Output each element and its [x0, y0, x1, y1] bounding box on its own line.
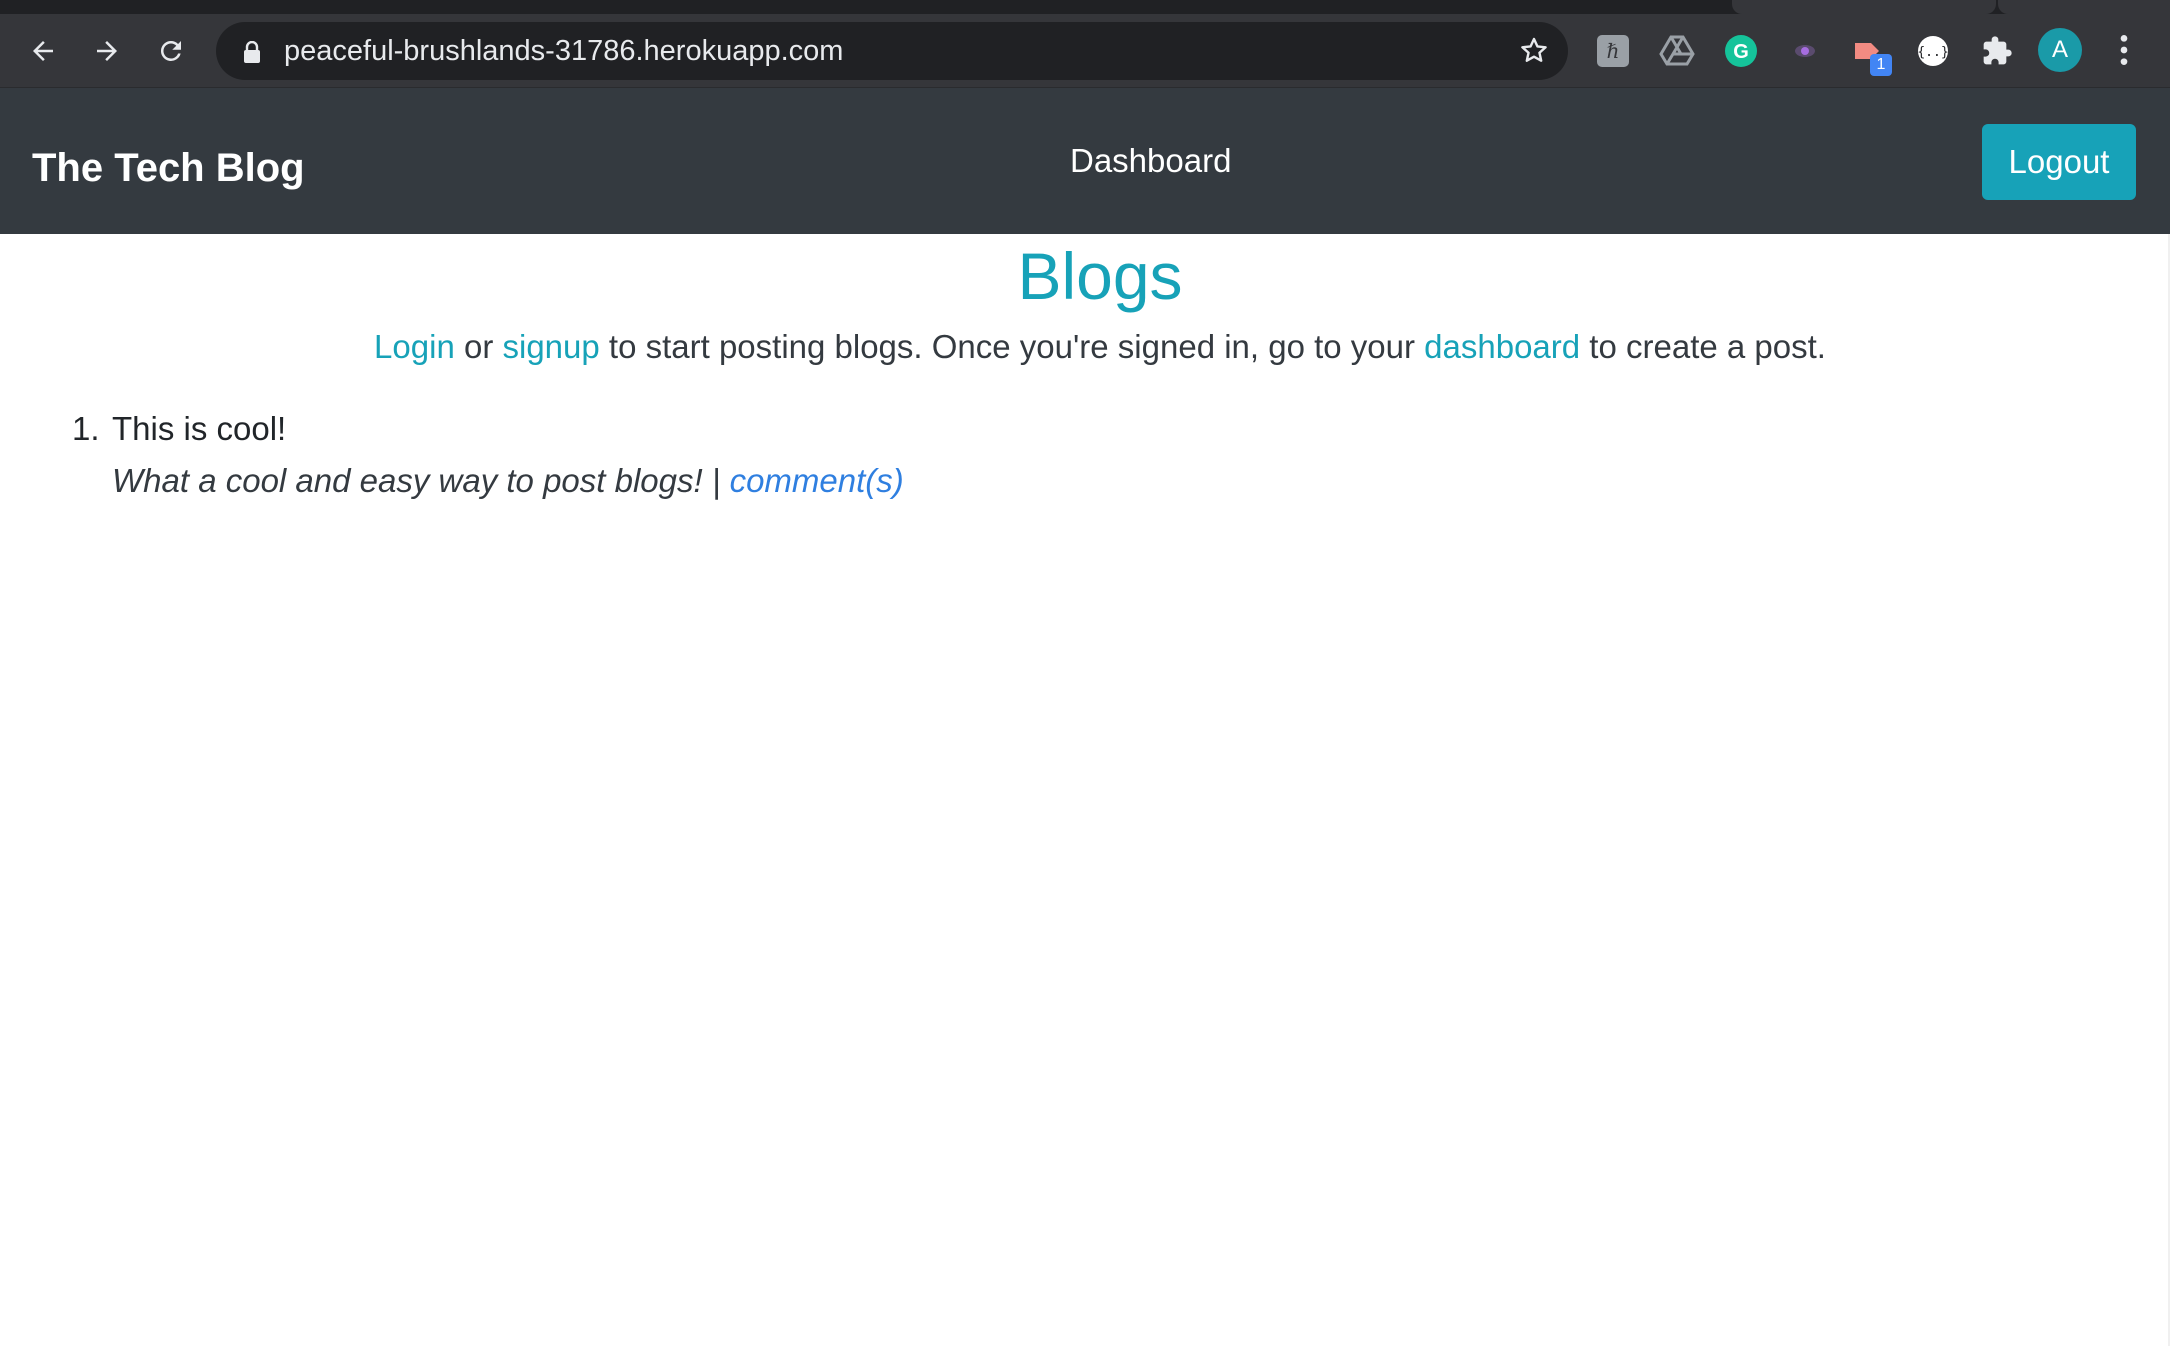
- tab-edge[interactable]: [1998, 0, 2170, 14]
- svg-text:{..}: {..}: [1917, 45, 1948, 60]
- site-brand[interactable]: The Tech Blog: [32, 88, 305, 234]
- post-title: This is cool!: [112, 410, 287, 447]
- profile-avatar[interactable]: A: [2038, 28, 2082, 72]
- more-menu-icon[interactable]: [2104, 30, 2144, 70]
- nav-dashboard-link[interactable]: Dashboard: [1070, 142, 1231, 180]
- intro-or-text: or: [454, 328, 503, 365]
- intro-middle-text: to start posting blogs. Once you're sign…: [599, 328, 1425, 365]
- extension-keyboard-icon[interactable]: ℏ: [1592, 30, 1634, 72]
- comments-link[interactable]: comment(s): [730, 462, 904, 499]
- browser-toolbar: peaceful-brushlands-31786.herokuapp.com …: [0, 14, 2170, 88]
- intro-end-text: to create a post.: [1580, 328, 1826, 365]
- json-viewer-icon[interactable]: {..}: [1912, 30, 1954, 72]
- post-body: This is cool! What a cool and easy way t…: [112, 410, 904, 500]
- svg-text:G: G: [1733, 41, 1749, 63]
- intro-text: Login or signup to start posting blogs. …: [0, 328, 2170, 366]
- google-drive-icon[interactable]: [1656, 30, 1698, 72]
- back-button[interactable]: [20, 28, 66, 74]
- arrow-right-icon: [97, 41, 117, 61]
- post-summary: What a cool and easy way to post blogs! …: [112, 462, 904, 500]
- post-number: 1.: [72, 410, 100, 447]
- lock-icon: [244, 41, 260, 63]
- grammarly-icon[interactable]: G: [1720, 30, 1762, 72]
- login-link[interactable]: Login: [374, 328, 455, 365]
- dashboard-link[interactable]: dashboard: [1424, 328, 1580, 365]
- extension-badge: 1: [1870, 54, 1892, 76]
- post-summary-text: What a cool and easy way to post blogs! …: [112, 462, 730, 499]
- active-tab-edge[interactable]: [1732, 0, 1996, 14]
- address-bar[interactable]: peaceful-brushlands-31786.herokuapp.com: [216, 22, 1568, 80]
- tab-strip: [0, 0, 2170, 14]
- puzzle-extensions-icon[interactable]: [1976, 30, 2018, 72]
- svg-text:ℏ: ℏ: [1607, 39, 1620, 63]
- logout-button[interactable]: Logout: [1982, 124, 2136, 200]
- post-item: 1. This is cool! What a cool and easy wa…: [72, 410, 904, 500]
- reload-button[interactable]: [148, 28, 194, 74]
- bookmark-star-icon[interactable]: [1518, 35, 1550, 67]
- url-text[interactable]: peaceful-brushlands-31786.herokuapp.com: [284, 22, 843, 80]
- reload-icon: [160, 40, 181, 61]
- signup-link[interactable]: signup: [502, 328, 599, 365]
- extension-dot-icon[interactable]: [1784, 30, 1826, 72]
- page-title: Blogs: [1017, 239, 1183, 313]
- forward-button[interactable]: [84, 28, 130, 74]
- site-navbar: The Tech Blog Dashboard Logout: [0, 88, 2170, 234]
- post-list: 1. This is cool! What a cool and easy wa…: [72, 410, 904, 500]
- arrow-left-icon: [33, 41, 53, 61]
- extension-flag-icon[interactable]: 1: [1848, 30, 1892, 76]
